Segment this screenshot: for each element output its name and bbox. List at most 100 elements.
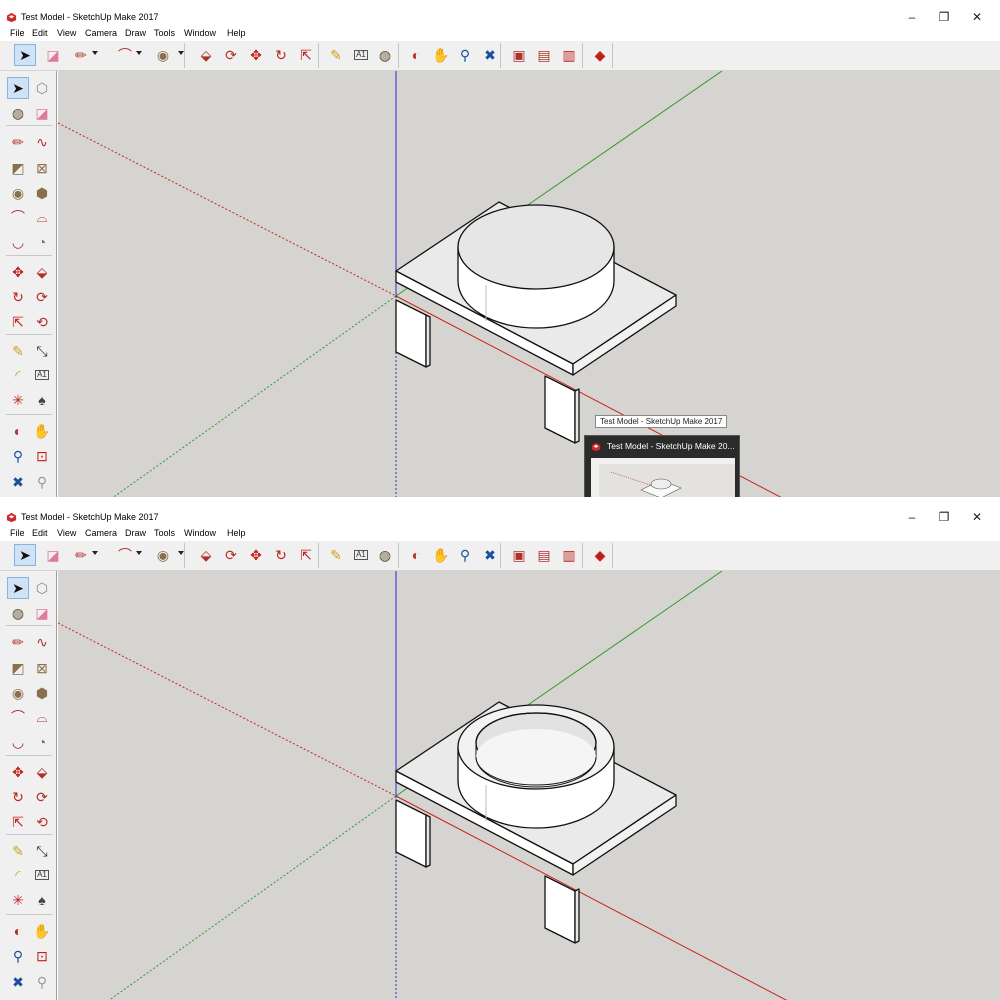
menu-tools[interactable]: Tools (154, 528, 175, 538)
side-zoom-extents-tool-button[interactable]: ✖ (7, 471, 29, 493)
menu-view[interactable]: View (57, 528, 76, 538)
menu-draw[interactable]: Draw (125, 28, 146, 38)
side-axes-tool-button[interactable]: ✳ (7, 389, 29, 411)
side-line-tool-button[interactable]: ✏ (7, 631, 29, 653)
side-follow-me-tool-button[interactable]: ⟳ (31, 286, 53, 308)
restore-button[interactable]: ❐ (930, 8, 958, 26)
side-scale-tool-button[interactable]: ⇱ (7, 311, 29, 333)
paint-bucket-tool-button[interactable]: ◍ (374, 544, 396, 566)
side-move-tool-button[interactable]: ✥ (7, 261, 29, 283)
orbit-tool-button[interactable]: ◐ (405, 44, 427, 66)
side-polygon-tool-button[interactable]: ⬢ (31, 682, 53, 704)
warehouse-button[interactable]: ▣ (508, 44, 530, 66)
side-two-point-arc-tool-button[interactable]: ⌓ (31, 706, 53, 728)
side-eraser-tool-button[interactable]: ◪ (31, 102, 53, 124)
side-freehand-tool-button[interactable]: ∿ (31, 631, 53, 653)
menu-camera[interactable]: Camera (85, 528, 117, 538)
side-push-pull-tool-button[interactable]: ⬙ (31, 261, 53, 283)
restore-button[interactable]: ❐ (930, 508, 958, 526)
push-pull-tool-button[interactable]: ⬙ (195, 44, 217, 66)
side-two-point-arc-tool-button[interactable]: ⌓ (31, 206, 53, 228)
side-select-tool-button[interactable]: ➤ (7, 577, 29, 599)
side-select-tool-button[interactable]: ➤ (7, 77, 29, 99)
zoom-tool-button[interactable]: ⚲ (454, 44, 476, 66)
tape-measure-tool-button[interactable]: ✎ (325, 544, 347, 566)
menu-camera[interactable]: Camera (85, 28, 117, 38)
zoom-extents-tool-button[interactable]: ✖ (479, 544, 501, 566)
side-arc-tool-button[interactable]: ⌒ (7, 706, 29, 728)
menu-edit[interactable]: Edit (32, 28, 48, 38)
side-offset-tool-button[interactable]: ⟲ (31, 311, 53, 333)
close-button[interactable]: ✕ (963, 8, 991, 26)
follow-me-tool-button[interactable]: ⟳ (220, 44, 242, 66)
ruby-console-button[interactable]: ◆ (589, 544, 611, 566)
scale-tool-button[interactable]: ⇱ (295, 544, 317, 566)
side-three-point-arc-tool-button[interactable]: ◡ (7, 731, 29, 753)
eraser-tool-button[interactable]: ◪ (42, 544, 64, 566)
side-make-component-button[interactable]: ⬡ (31, 77, 53, 99)
side-pie-tool-button[interactable]: ◔ (31, 731, 53, 753)
menu-help[interactable]: Help (227, 28, 246, 38)
side-arc-tool-button[interactable]: ⌒ (7, 206, 29, 228)
line-tool-button[interactable]: ✏ (70, 544, 92, 566)
circle-tool-button[interactable]: ◉ (152, 44, 174, 66)
side-3d-text-tool-button[interactable]: ♠ (31, 389, 53, 411)
side-orbit-tool-button[interactable]: ◐ (7, 920, 29, 942)
push-pull-tool-button[interactable]: ⬙ (195, 544, 217, 566)
rotate-tool-button[interactable]: ↻ (270, 44, 292, 66)
zoom-tool-button[interactable]: ⚲ (454, 544, 476, 566)
text-tool-button[interactable]: A1 (350, 544, 372, 566)
dropdown-arrow-icon[interactable] (136, 551, 142, 555)
paint-bucket-tool-button[interactable]: ◍ (374, 44, 396, 66)
menu-file[interactable]: File (10, 528, 25, 538)
pan-tool-button[interactable]: ✋ (430, 44, 452, 66)
side-paint-bucket-tool-button[interactable]: ◍ (7, 102, 29, 124)
side-previous-view-button[interactable]: ⚲ (31, 971, 53, 993)
menu-draw[interactable]: Draw (125, 528, 146, 538)
arc-tool-button[interactable]: ⌒ (114, 44, 136, 66)
warehouse-button[interactable]: ▣ (508, 544, 530, 566)
ruby-console-button[interactable]: ◆ (589, 44, 611, 66)
side-pie-tool-button[interactable]: ◔ (31, 231, 53, 253)
drawing-area[interactable] (58, 571, 1000, 1000)
zoom-extents-tool-button[interactable]: ✖ (479, 44, 501, 66)
minimize-button[interactable]: – (898, 508, 926, 526)
side-freehand-tool-button[interactable]: ∿ (31, 131, 53, 153)
side-pan-tool-button[interactable]: ✋ (31, 920, 53, 942)
extension-warehouse-button[interactable]: ▥ (558, 544, 580, 566)
eraser-tool-button[interactable]: ◪ (42, 44, 64, 66)
menu-help[interactable]: Help (227, 528, 246, 538)
rotate-tool-button[interactable]: ↻ (270, 544, 292, 566)
side-line-tool-button[interactable]: ✏ (7, 131, 29, 153)
side-circle-tool-button[interactable]: ◉ (7, 682, 29, 704)
side-dimension-tool-button[interactable]: ⤡ (31, 340, 53, 362)
extension-warehouse-button[interactable]: ▥ (558, 44, 580, 66)
side-tape-measure-tool-button[interactable]: ✎ (7, 340, 29, 362)
side-scale-tool-button[interactable]: ⇱ (7, 811, 29, 833)
side-make-component-button[interactable]: ⬡ (31, 577, 53, 599)
side-offset-tool-button[interactable]: ⟲ (31, 811, 53, 833)
drawing-area[interactable]: Test Model - SketchUp Make 2017 Test Mod… (58, 71, 1000, 497)
circle-tool-button[interactable]: ◉ (152, 544, 174, 566)
select-tool-button[interactable]: ➤ (14, 544, 36, 566)
side-protractor-tool-button[interactable]: ◜ (7, 364, 29, 386)
arc-tool-button[interactable]: ⌒ (114, 544, 136, 566)
side-protractor-tool-button[interactable]: ◜ (7, 864, 29, 886)
side-pan-tool-button[interactable]: ✋ (31, 420, 53, 442)
side-polygon-tool-button[interactable]: ⬢ (31, 182, 53, 204)
side-rectangle-tool-button[interactable]: ◩ (7, 157, 29, 179)
side-rotate-tool-button[interactable]: ↻ (7, 786, 29, 808)
side-zoom-extents-tool-button[interactable]: ✖ (7, 971, 29, 993)
move-tool-button[interactable]: ✥ (245, 544, 267, 566)
side-axes-tool-button[interactable]: ✳ (7, 889, 29, 911)
side-rotate-tool-button[interactable]: ↻ (7, 286, 29, 308)
taskbar-window-preview[interactable]: Test Model - SketchUp Make 20... (584, 435, 740, 497)
side-zoom-tool-button[interactable]: ⚲ (7, 945, 29, 967)
orbit-tool-button[interactable]: ◐ (405, 544, 427, 566)
dropdown-arrow-icon[interactable] (136, 51, 142, 55)
side-previous-view-button[interactable]: ⚲ (31, 471, 53, 493)
side-tape-measure-tool-button[interactable]: ✎ (7, 840, 29, 862)
side-three-point-arc-tool-button[interactable]: ◡ (7, 231, 29, 253)
side-follow-me-tool-button[interactable]: ⟳ (31, 786, 53, 808)
side-push-pull-tool-button[interactable]: ⬙ (31, 761, 53, 783)
